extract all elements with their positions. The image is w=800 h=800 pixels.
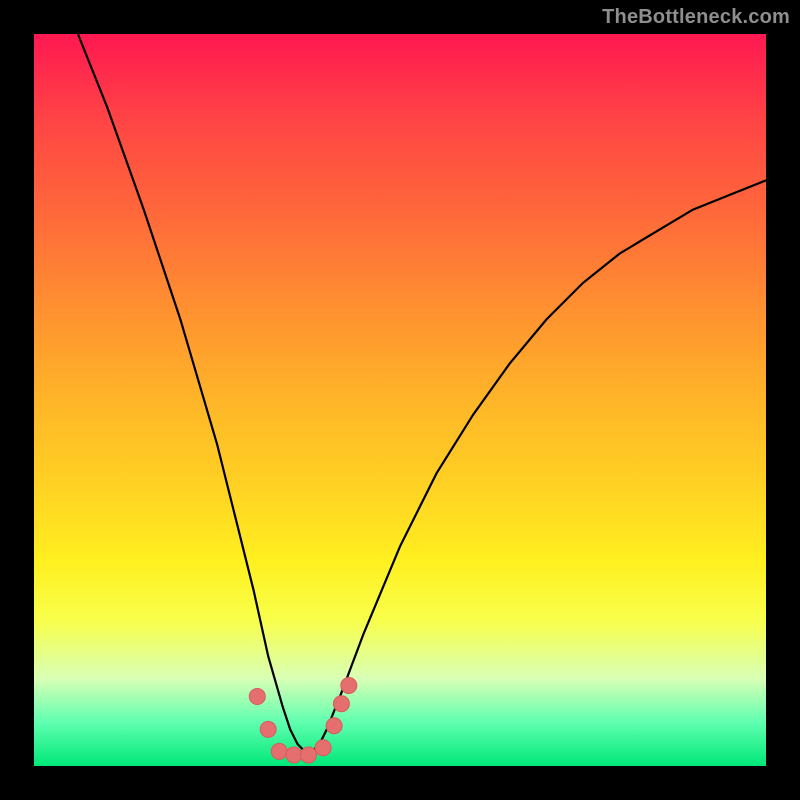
bottleneck-curve	[78, 34, 766, 751]
curve-marker	[326, 718, 342, 734]
curve-marker	[341, 678, 357, 694]
watermark-text: TheBottleneck.com	[602, 6, 790, 29]
curve-marker	[249, 689, 265, 705]
chart-frame: TheBottleneck.com	[0, 0, 800, 800]
chart-plot-area	[34, 34, 766, 766]
curve-marker	[333, 696, 349, 712]
curve-marker	[271, 743, 287, 759]
curve-marker	[286, 747, 302, 763]
curve-marker	[260, 721, 276, 737]
curve-marker	[301, 747, 317, 763]
curve-marker	[315, 740, 331, 756]
curve-markers	[249, 678, 356, 764]
